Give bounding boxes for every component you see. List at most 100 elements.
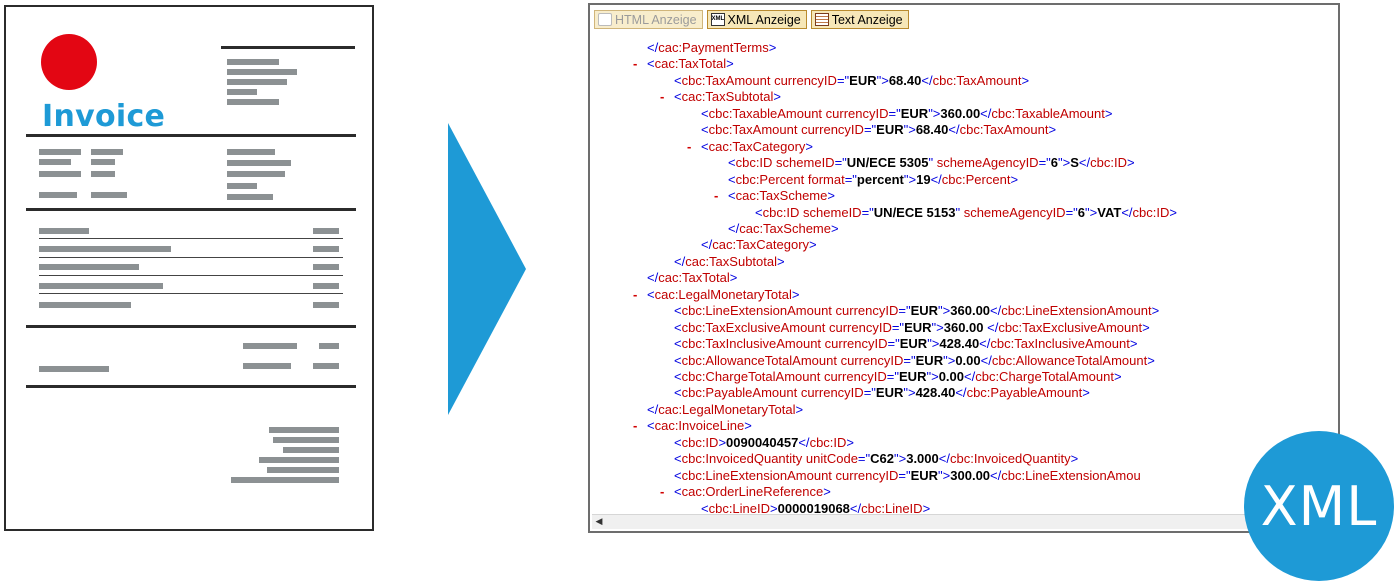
xml-token: cbc:InvoicedQuantity: [949, 451, 1071, 467]
xml-line: <cbc:InvoicedQuantity unitCode="C62">3.0…: [674, 451, 1078, 467]
xml-token: VAT: [1097, 204, 1122, 220]
placeholder-bar: [91, 171, 115, 177]
placeholder-bar: [227, 171, 285, 177]
xml-token: EUR: [899, 336, 928, 352]
xml-token: =": [1065, 204, 1078, 220]
xml-token: =": [898, 303, 911, 319]
xml-token: >: [1021, 72, 1030, 88]
xml-token: S: [1070, 155, 1079, 171]
xml-token: =": [887, 336, 900, 352]
horizontal-scrollbar[interactable]: ◀: [592, 514, 1336, 529]
xml-line: </cac:TaxSubtotal>: [674, 254, 785, 270]
xml-token: >: [1082, 385, 1090, 401]
placeholder-bar: [313, 363, 339, 369]
xml-token: ">: [903, 171, 917, 187]
table-line: [39, 238, 343, 239]
collapse-toggle[interactable]: -: [633, 287, 637, 302]
collapse-toggle[interactable]: -: [660, 89, 664, 104]
xml-token: =": [898, 467, 911, 483]
placeholder-bar: [227, 194, 273, 200]
xml-token: =": [836, 72, 850, 88]
xml-token: cbc:TaxableAmount: [991, 105, 1105, 121]
xml-token: >: [1104, 105, 1113, 121]
xml-view-button[interactable]: XML XML Anzeige: [706, 10, 807, 29]
xml-line: <cbc:ID>0090040457</cbc:ID>: [674, 435, 854, 451]
xml-token: <: [701, 122, 709, 138]
xml-line: </cac:LegalMonetaryTotal>: [647, 402, 803, 418]
placeholder-bar: [273, 437, 339, 443]
xml-token: >: [768, 40, 777, 55]
table-line: [39, 275, 343, 276]
xml-token: >: [805, 138, 814, 154]
xml-token: >: [827, 188, 835, 204]
scroll-left-arrow-icon[interactable]: ◀: [592, 515, 606, 529]
xml-token: =": [834, 155, 847, 171]
collapse-toggle[interactable]: -: [660, 484, 664, 499]
collapse-toggle[interactable]: -: [633, 56, 637, 71]
xml-token: percent: [856, 171, 904, 187]
placeholder-bar: [39, 159, 71, 165]
xml-token: cac:TaxSubtotal: [685, 253, 777, 269]
collapse-toggle[interactable]: -: [714, 188, 718, 203]
xml-token: <: [728, 155, 736, 171]
table-line: [39, 293, 343, 294]
xml-token: cac:TaxScheme: [735, 188, 828, 204]
xml-token: cac:TaxScheme: [739, 220, 831, 236]
placeholder-bar: [227, 59, 279, 65]
xml-token: cbc:TaxInclusiveAmount currencyID: [681, 336, 888, 352]
xml-line: <cac:InvoiceLine>: [647, 418, 752, 434]
xml-token: ">: [876, 72, 889, 88]
collapse-toggle[interactable]: -: [633, 418, 637, 433]
placeholder-bar: [227, 79, 287, 85]
xml-token: <: [674, 369, 682, 384]
xml-view-label: XML Anzeige: [727, 12, 801, 27]
xml-token: </: [990, 467, 1002, 483]
xml-token: cbc:TaxableAmount currencyID: [708, 105, 889, 121]
xml-line: </cac:PaymentTerms>: [647, 40, 776, 56]
xml-line: </cac:TaxTotal>: [647, 270, 737, 286]
placeholder-bar: [227, 99, 279, 105]
xml-token: <: [701, 138, 709, 154]
placeholder-bar: [39, 264, 139, 270]
xml-token: cbc:Percent format: [735, 171, 845, 187]
text-view-button[interactable]: Text Anzeige: [810, 10, 909, 29]
placeholder-bar: [39, 366, 109, 372]
xml-token: </: [964, 369, 976, 384]
xml-token: =": [844, 171, 857, 187]
xml-line: </cac:TaxCategory>: [701, 237, 817, 253]
xml-token: <: [755, 204, 763, 220]
placeholder-bar: [39, 302, 131, 308]
xml-token: =": [1038, 155, 1051, 171]
xml-line: <cac:OrderLineReference>: [674, 484, 831, 500]
xml-token: cac:TaxSubtotal: [681, 89, 774, 105]
xml-token: cbc:ID: [1132, 204, 1170, 220]
xml-token: ">: [928, 105, 941, 121]
xml-token: ">: [938, 467, 951, 483]
placeholder-bar: [91, 192, 127, 198]
xml-token: 0.00: [955, 352, 981, 368]
text-doc-icon: [814, 13, 829, 26]
xml-token: </: [674, 253, 686, 269]
placeholder-bar: [283, 447, 339, 453]
xml-code-view[interactable]: </cac:PaymentTerms> - <cac:TaxTotal> <cbc:T…: [590, 38, 1338, 516]
xml-token: cbc:LineExtensionAmou: [1001, 467, 1141, 483]
xml-token: cbc:ID: [681, 434, 719, 450]
placeholder-bar: [269, 427, 339, 433]
xml-token: >: [1010, 171, 1019, 187]
view-toolbar: HTML Anzeige XML XML Anzeige Text Anzeig…: [594, 10, 909, 32]
xml-token: cbc:LineExtensionAmount: [1001, 303, 1152, 319]
placeholder-bar: [39, 149, 81, 155]
xml-token: ">: [943, 352, 956, 368]
xml-token: =": [863, 385, 876, 401]
xml-token: </: [647, 40, 659, 55]
xml-token: <: [674, 319, 682, 335]
xml-token: >: [773, 89, 781, 105]
placeholder-bar: [259, 457, 339, 463]
html-view-button[interactable]: HTML Anzeige: [594, 10, 703, 29]
xml-token: >: [1048, 122, 1057, 138]
xml-token: 360.00: [940, 105, 981, 121]
xml-token: </: [948, 122, 960, 138]
xml-token: cbc:TaxAmount currencyID: [681, 72, 837, 88]
collapse-toggle[interactable]: -: [687, 139, 691, 154]
xml-token: <: [674, 451, 682, 467]
